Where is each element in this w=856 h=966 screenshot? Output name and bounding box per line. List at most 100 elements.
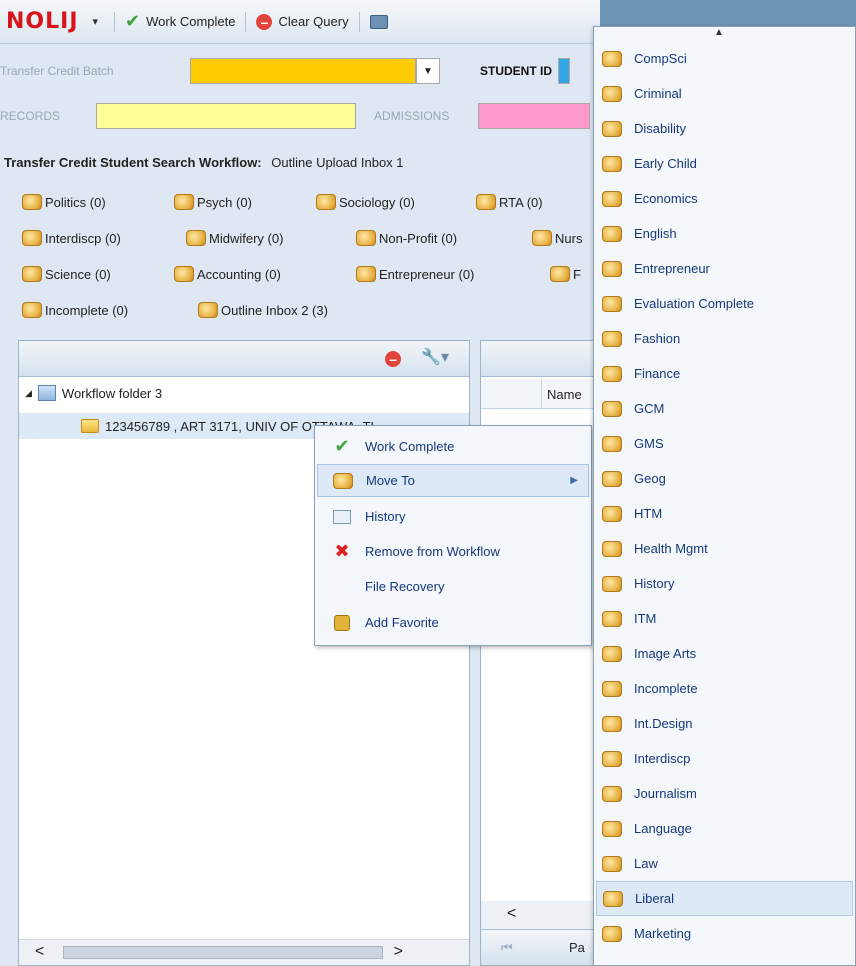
move-to-item[interactable]: Marketing (596, 916, 853, 951)
move-to-item-label: GMS (634, 436, 664, 451)
move-to-item-label: History (634, 576, 675, 591)
move-to-item[interactable]: Geog (596, 461, 853, 496)
pager-label: Pa (569, 940, 585, 955)
move-to-item[interactable]: Journalism (596, 776, 853, 811)
queue-chip[interactable]: Entrepreneur (0) (356, 266, 474, 282)
queue-chip[interactable]: Midwifery (0) (186, 230, 283, 246)
lock-icon (334, 614, 350, 631)
menu-history[interactable]: History (317, 500, 589, 533)
queue-chip-label: Nurs (555, 230, 583, 246)
move-to-item[interactable]: CompSci (596, 41, 853, 76)
queue-chip[interactable]: F (550, 266, 581, 282)
box-icon (602, 470, 622, 487)
move-to-item[interactable]: Language (596, 811, 853, 846)
remove-icon[interactable]: – (385, 351, 401, 367)
box-icon (602, 610, 622, 627)
student-id-field[interactable] (558, 58, 570, 84)
scroll-left-icon[interactable]: < (35, 943, 44, 961)
move-to-item[interactable]: English (596, 216, 853, 251)
menu-remove-from-workflow[interactable]: ✖ Remove from Workflow (317, 535, 589, 568)
queue-chip[interactable]: RTA (0) (476, 194, 543, 210)
first-page-icon[interactable]: ⏮ (501, 940, 513, 956)
tree-expand-icon[interactable]: ◢ (25, 388, 32, 399)
scroll-up-icon[interactable]: ▲ (689, 27, 749, 38)
box-icon (198, 302, 218, 318)
folder-icon (81, 419, 99, 433)
box-icon (602, 680, 622, 697)
menu-item-label: History (365, 509, 406, 524)
scan-button[interactable] (369, 14, 388, 29)
move-to-item[interactable]: Fashion (596, 321, 853, 356)
tree-folder-label: Workflow folder 3 (61, 385, 163, 401)
document-horizontal-scrollbar[interactable]: < (481, 901, 599, 929)
name-column-header[interactable]: Name (547, 387, 582, 402)
move-to-item[interactable]: Int.Design (596, 706, 853, 741)
move-to-item[interactable]: Economics (596, 181, 853, 216)
student-id-label: STUDENT ID (480, 64, 552, 78)
box-icon-wrap (332, 472, 354, 489)
work-complete-button[interactable]: ✔ Work Complete (125, 11, 235, 32)
menu-move-to[interactable]: Move To ▶ (317, 464, 589, 497)
queue-chip[interactable]: Science (0) (22, 266, 111, 282)
box-icon (356, 230, 376, 246)
box-icon (602, 925, 622, 942)
box-icon (602, 330, 622, 347)
menu-file-recovery[interactable]: File Recovery (317, 570, 589, 603)
queue-chip[interactable]: Nurs (532, 230, 582, 246)
queue-chip[interactable]: Outline Inbox 2 (3) (198, 302, 328, 318)
move-to-item[interactable]: Finance (596, 356, 853, 391)
move-to-item[interactable]: GCM (596, 391, 853, 426)
move-to-item[interactable]: Incomplete (596, 671, 853, 706)
box-icon (602, 715, 622, 732)
queue-chip[interactable]: Sociology (0) (316, 194, 415, 210)
batch-dropdown-button[interactable]: ▼ (416, 58, 440, 84)
box-icon (532, 230, 552, 246)
move-to-item[interactable]: ITM (596, 601, 853, 636)
work-complete-label: Work Complete (146, 14, 236, 29)
move-to-item[interactable]: HTM (596, 496, 853, 531)
move-to-item[interactable]: Law (596, 846, 853, 881)
move-to-item[interactable]: Image Arts (596, 636, 853, 671)
move-to-item[interactable]: GMS (596, 426, 853, 461)
horizontal-scrollbar[interactable]: < > (19, 939, 469, 965)
wrench-dropdown-icon[interactable]: 🔧▾ (421, 347, 449, 367)
queue-chip[interactable]: Non-Profit (0) (356, 230, 457, 246)
move-to-item[interactable]: Evaluation Complete (596, 286, 853, 321)
move-to-item[interactable]: Criminal (596, 76, 853, 111)
box-icon (186, 230, 206, 246)
move-to-item[interactable]: Health Mgmt (596, 531, 853, 566)
move-to-item-active[interactable]: Liberal (596, 881, 853, 916)
records-field[interactable] (96, 103, 356, 129)
move-to-item[interactable]: History (596, 566, 853, 601)
clear-query-button[interactable]: – Clear Query (256, 13, 349, 30)
main-toolbar: NOLIJ ▾ ✔ Work Complete – Clear Query (0, 0, 600, 44)
queue-chip[interactable]: Accounting (0) (174, 266, 281, 282)
menu-work-complete[interactable]: ✔ Work Complete (317, 430, 589, 463)
scroll-thumb[interactable] (63, 946, 383, 959)
checkmark-icon: ✔ (125, 11, 141, 31)
admissions-field[interactable] (478, 103, 590, 129)
queue-chip[interactable]: Politics (0) (22, 194, 106, 210)
queue-chip[interactable]: Interdiscp (0) (22, 230, 121, 246)
move-to-item[interactable]: Disability (596, 111, 853, 146)
queue-chip-label: Entrepreneur (0) (379, 266, 475, 282)
batch-field[interactable] (190, 58, 416, 84)
queue-chip[interactable]: Psych (0) (174, 194, 252, 210)
move-to-item[interactable]: Entrepreneur (596, 251, 853, 286)
move-to-item-label: ITM (634, 611, 657, 626)
move-to-item[interactable]: Early Child (596, 146, 853, 181)
workflow-title: Transfer Credit Student Search Workflow:… (4, 155, 404, 170)
move-to-item-label: Criminal (634, 86, 682, 101)
scroll-right-icon[interactable]: > (394, 943, 403, 961)
tree-folder-row[interactable]: ◢ Workflow folder 3 (25, 385, 162, 401)
move-to-item-label: Law (634, 856, 658, 871)
move-to-item-label: Disability (634, 121, 687, 136)
queue-chip[interactable]: Incomplete (0) (22, 302, 128, 318)
menu-add-favorite[interactable]: Add Favorite (317, 606, 589, 639)
move-to-item[interactable]: Interdiscp (596, 741, 853, 776)
scroll-left-icon[interactable]: < (507, 905, 516, 923)
box-icon (602, 505, 622, 522)
box-icon (602, 750, 622, 767)
box-icon (174, 194, 194, 210)
logo-menu-dropdown[interactable]: ▾ (93, 15, 99, 28)
